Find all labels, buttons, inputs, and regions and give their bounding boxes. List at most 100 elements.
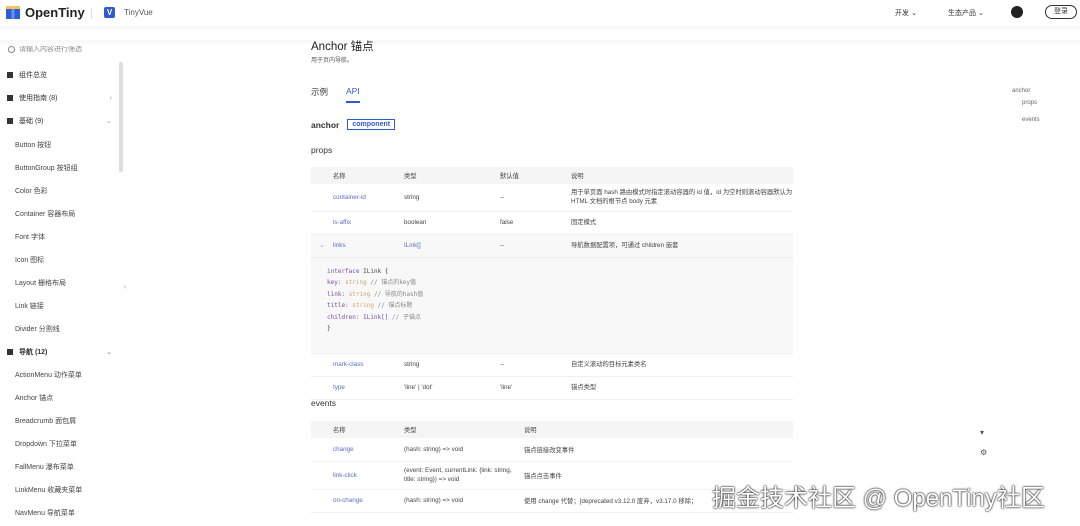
- sidebar: 请输入内容进行筛选 组件总览 使用指南 (8) › 基础 (9) ⌄ Button …: [0, 36, 124, 526]
- code-line: key: string // 锚点的key值: [327, 277, 777, 289]
- tinyvue-icon: V: [104, 7, 115, 18]
- spacer-cell: [311, 438, 333, 462]
- sidebar-item-navigation[interactable]: 导航 (12) ⌄: [7, 347, 112, 357]
- chevron-right-icon: ›: [109, 94, 112, 102]
- code-comment: // 锚点标题: [373, 302, 413, 309]
- collapse-sidebar-icon[interactable]: ‹: [124, 282, 127, 291]
- sidebar-item[interactable]: Button 按钮: [15, 140, 51, 150]
- sidebar-item[interactable]: Dropdown 下拉菜单: [15, 439, 77, 449]
- chevron-down-icon: ⌄: [106, 118, 112, 125]
- cell: --: [500, 234, 571, 258]
- chevron-down-icon: ⌄: [977, 10, 984, 17]
- sidebar-scrollbar[interactable]: [119, 62, 123, 172]
- cell: (event: Event, currentLink: {link: strin…: [404, 461, 524, 490]
- cell: (hash: string) => void: [404, 438, 524, 462]
- interface-code: interface ILink { key: string // 锚点的key值…: [311, 257, 793, 353]
- code-cell: interface ILink { key: string // 锚点的key值…: [311, 257, 793, 354]
- sidebar-item[interactable]: NavMenu 导航菜单: [15, 508, 75, 518]
- sidebar-item[interactable]: Font 字体: [15, 232, 45, 242]
- cell: 用于单页面 hash 路由模式时指定滚动容器的 id 值，id 为空时则滚动容器…: [571, 184, 793, 212]
- tabs: 示例 API: [311, 86, 360, 103]
- sidebar-item[interactable]: ButtonGroup 按钮组: [15, 163, 78, 173]
- cell: 'line': [500, 376, 571, 400]
- item-label: 使用指南 (8): [19, 95, 58, 102]
- table-row: is-affix boolean false 固定模式: [311, 211, 793, 235]
- tab-api[interactable]: API: [346, 86, 360, 103]
- cell: ILink[]: [404, 234, 500, 258]
- expand-cell: [311, 376, 333, 400]
- item-label: 导航 (12): [19, 349, 48, 356]
- book-icon: [7, 95, 13, 101]
- sidebar-item[interactable]: Breadcrumb 面包屑: [15, 416, 76, 426]
- toc-props[interactable]: props: [1022, 100, 1037, 106]
- cell: 导航数据配置项，可通过 children 嵌套: [571, 234, 793, 258]
- cell: --: [500, 184, 571, 212]
- sidebar-item-overview[interactable]: 组件总览: [7, 70, 112, 80]
- sidebar-item[interactable]: ActionMenu 动作菜单: [15, 370, 82, 380]
- code-line: title: string // 锚点标题: [327, 300, 777, 312]
- nav-ecosystem[interactable]: 生态产品 ⌄: [948, 8, 984, 18]
- col-header: 说明: [571, 167, 793, 184]
- cell: 固定模式: [571, 211, 793, 235]
- code-type: string: [352, 302, 374, 309]
- cell: link-click: [333, 461, 404, 490]
- nav-develop[interactable]: 开发 ⌄: [895, 8, 917, 18]
- cell: 'line' | 'dot': [404, 376, 500, 400]
- product-link[interactable]: V TinyVue: [104, 7, 153, 18]
- product-name: TinyVue: [124, 8, 153, 17]
- sidebar-item[interactable]: LinkMenu 收藏夹菜单: [15, 485, 82, 495]
- cell: 锚点类型: [571, 376, 793, 400]
- tab-demo[interactable]: 示例: [311, 86, 328, 103]
- page-title: Anchor 锚点: [311, 41, 374, 53]
- basic-icon: [7, 118, 13, 124]
- code-text: ILink {: [359, 267, 389, 275]
- component-name: anchor: [311, 119, 340, 130]
- code-prop: key:: [327, 279, 346, 286]
- toc-anchor[interactable]: anchor: [1012, 88, 1030, 94]
- code-line: link: string // 导航的hash值: [327, 289, 777, 301]
- code-prop: title:: [327, 302, 353, 309]
- sidebar-item[interactable]: Container 容器布局: [15, 209, 75, 219]
- grid-icon: [7, 72, 13, 78]
- cell: --: [500, 353, 571, 377]
- props-table: 名称 类型 默认值 说明 container-id string -- 用于单页面 hash…: [311, 167, 793, 400]
- code-comment: // 子锚点: [388, 313, 421, 321]
- toc-events[interactable]: events: [1022, 117, 1040, 123]
- login-button[interactable]: 登录: [1045, 5, 1077, 19]
- expand-cell: [311, 211, 333, 235]
- sidebar-item[interactable]: Icon 图标: [15, 255, 44, 265]
- component-heading: anchor component: [311, 119, 396, 130]
- col-header: 类型: [404, 421, 524, 438]
- opentiny-logo[interactable]: OpenTiny: [6, 5, 85, 20]
- col-header: 默认值: [500, 167, 571, 184]
- expand-row-icon[interactable]: ⌄: [311, 234, 333, 258]
- sidebar-item[interactable]: Color 色彩: [15, 186, 48, 196]
- chevron-down-icon: ⌄: [106, 349, 112, 356]
- sidebar-item[interactable]: Layout 栅格布局: [15, 278, 66, 288]
- sidebar-item[interactable]: Link 链接: [15, 301, 44, 311]
- sidebar-item[interactable]: FallMenu 瀑布菜单: [15, 462, 74, 472]
- cell: string: [404, 184, 500, 212]
- sidebar-item-guide[interactable]: 使用指南 (8) ›: [7, 93, 112, 103]
- cell: change: [333, 438, 404, 462]
- item-label: 组件总览: [19, 72, 47, 79]
- table-row: type'line' | 'dot''line' 锚点类型: [311, 376, 793, 400]
- logo-icon: [6, 6, 20, 19]
- cell: is-affix: [333, 211, 404, 235]
- cell: type: [333, 376, 404, 400]
- chevron-down-icon: ⌄: [910, 10, 917, 17]
- sidebar-item-basic[interactable]: 基础 (9) ⌄: [7, 116, 112, 126]
- sidebar-item[interactable]: Divider 分割线: [15, 324, 60, 334]
- cell: string: [404, 353, 500, 377]
- cell: false: [500, 211, 571, 235]
- theme-icon[interactable]: ▾: [980, 428, 984, 437]
- cell: boolean: [404, 211, 500, 235]
- sidebar-item[interactable]: Anchor 锚点: [15, 393, 53, 403]
- settings-icon[interactable]: ⚙: [980, 448, 987, 457]
- expand-cell: [311, 184, 333, 212]
- cell: on-change: [333, 489, 404, 513]
- code-prop: children: ILink[]: [327, 313, 389, 321]
- github-icon[interactable]: [1011, 6, 1023, 18]
- code-line: interface ILink {: [327, 266, 777, 278]
- col-header: 名称: [333, 421, 404, 438]
